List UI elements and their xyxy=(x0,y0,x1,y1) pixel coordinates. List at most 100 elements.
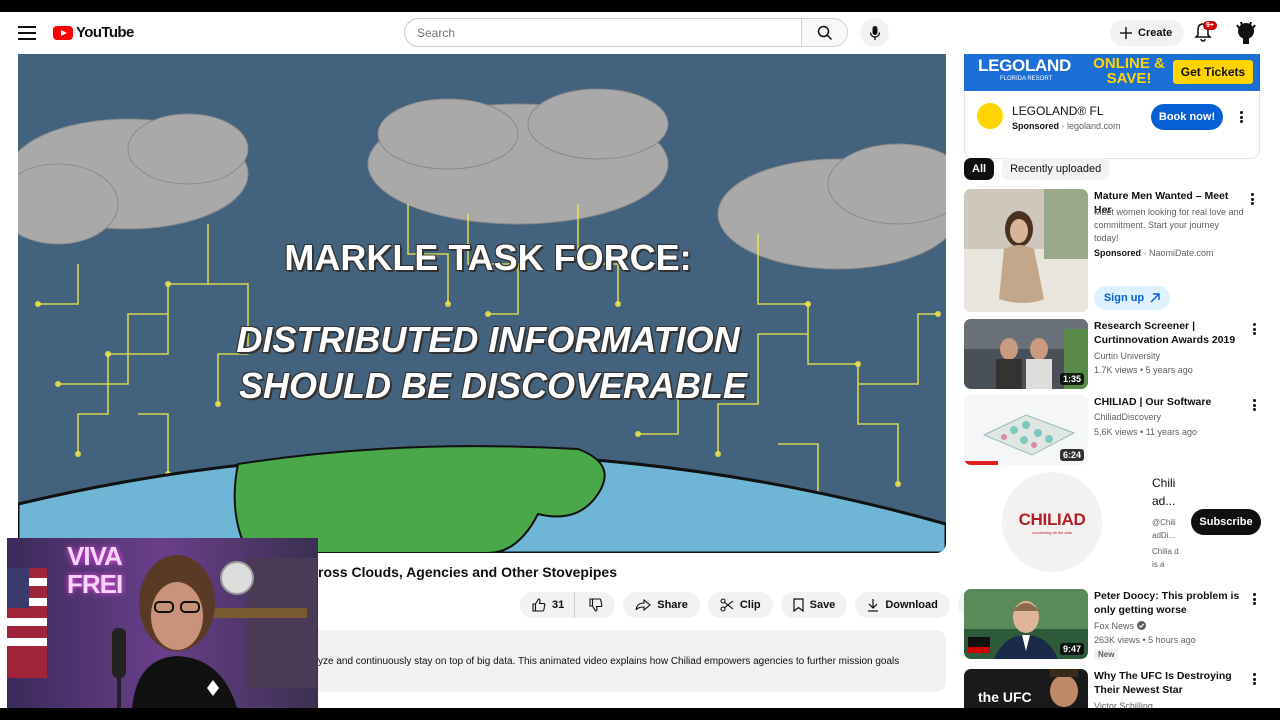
sign-up-button[interactable]: Sign up xyxy=(1094,286,1170,310)
sponsored-ad-row[interactable]: LEGOLAND® FL Sponsored · legoland.com Bo… xyxy=(964,91,1260,159)
channel-card-description: Chilia d is a xyxy=(1152,547,1179,569)
rec-ad-meta: Sponsored · NaomiDate.com xyxy=(1094,248,1214,258)
download-icon xyxy=(868,599,879,612)
rec-title[interactable]: Research Screener | Curtinnovation Award… xyxy=(1094,319,1244,347)
external-link-arrow-icon xyxy=(1150,293,1160,303)
webcam-overlay: VIVA FREI xyxy=(7,538,318,708)
thumbnail[interactable]: 9:47 xyxy=(964,589,1088,659)
bookmark-icon xyxy=(793,598,804,612)
legoland-brand: LEGOLAND xyxy=(978,56,1071,75)
ad-more-options-icon[interactable] xyxy=(1237,109,1245,125)
rec-views-age: 1.7K views • 5 years ago xyxy=(1094,365,1193,375)
youtube-watch-page: YouTube Create 9+ xyxy=(0,12,1280,708)
thumbnail[interactable]: the UFC xyxy=(964,669,1088,708)
thumbnail[interactable] xyxy=(964,189,1088,312)
download-label: Download xyxy=(885,599,938,611)
create-label: Create xyxy=(1138,27,1173,39)
video-overlay-line3: SHOULD BE DISCOVERABLE xyxy=(238,365,748,406)
description-box[interactable]: yze and continuously stay on top of big … xyxy=(300,630,946,692)
video-overlay-line2: DISTRIBUTED INFORMATION xyxy=(236,319,740,360)
rec-channel[interactable]: ChiliadDiscovery xyxy=(1094,411,1244,424)
create-button[interactable]: Create xyxy=(1110,20,1185,46)
thumbnail[interactable]: 6:24 xyxy=(964,395,1088,465)
youtube-play-icon xyxy=(53,25,73,40)
download-button[interactable]: Download xyxy=(855,592,950,618)
video-actions: 31 Share Clip Save Download xyxy=(520,592,984,618)
clip-button[interactable]: Clip xyxy=(707,592,773,618)
sponsored-label: Sponsored xyxy=(1012,121,1060,131)
scissors-icon xyxy=(720,598,734,612)
legoland-offer: ONLINE & SAVE! xyxy=(1093,55,1165,87)
thumbs-up-icon xyxy=(532,598,546,612)
duration-badge: 1:35 xyxy=(1059,373,1084,385)
more-options-icon[interactable] xyxy=(1250,591,1258,607)
rec-title[interactable]: Why The UFC Is Destroying Their Newest S… xyxy=(1094,669,1244,697)
search-input[interactable] xyxy=(404,18,801,47)
get-tickets-button[interactable]: Get Tickets xyxy=(1173,60,1253,84)
voice-search-button[interactable] xyxy=(860,18,889,47)
channel-card-logo[interactable]: CHILIAD connecting all the dots xyxy=(1002,472,1102,572)
chip-all[interactable]: All xyxy=(964,158,995,180)
rec-channel[interactable]: Curtin University xyxy=(1094,350,1244,363)
account-avatar[interactable] xyxy=(1236,22,1256,44)
webcam-neon-sign: VIVA FREI xyxy=(67,541,123,599)
rec-views-age: 263K views • 5 hours ago xyxy=(1094,635,1196,645)
recommendation-sponsored[interactable]: Mature Men Wanted – Meet Her Meet women … xyxy=(964,189,1264,319)
rec-domain: NaomiDate.com xyxy=(1149,248,1214,258)
search-button[interactable] xyxy=(801,18,848,47)
like-button[interactable]: 31 xyxy=(520,592,576,618)
notification-count-badge: 9+ xyxy=(1203,21,1217,30)
save-button[interactable]: Save xyxy=(780,592,848,618)
search-bar xyxy=(404,18,848,47)
youtube-logo[interactable]: YouTube xyxy=(53,24,134,41)
recommendation-video[interactable]: the UFC Why The UFC Is Destroying Their … xyxy=(964,669,1264,708)
like-dislike-group: 31 xyxy=(520,592,616,618)
duration-badge: 6:24 xyxy=(1059,449,1084,461)
rec-channel[interactable]: Fox News xyxy=(1094,620,1244,633)
recommendation-video[interactable]: 6:24 CHILIAD | Our Software ChiliadDisco… xyxy=(964,395,1264,465)
advertiser-name: LEGOLAND® FL xyxy=(1012,104,1104,118)
rec-channel[interactable]: Victor Schilling xyxy=(1094,700,1244,708)
chip-recently-uploaded[interactable]: Recently uploaded xyxy=(1002,158,1110,180)
clip-label: Clip xyxy=(739,599,761,611)
more-options-icon[interactable] xyxy=(1248,191,1256,207)
dislike-button[interactable] xyxy=(581,592,615,618)
video-title: ross Clouds, Agencies and Other Stovepip… xyxy=(318,564,617,580)
hamburger-menu-icon[interactable] xyxy=(16,23,38,43)
plus-icon xyxy=(1120,27,1132,39)
thumbs-down-icon xyxy=(589,598,603,612)
video-player[interactable]: MARKLE TASK FORCE: DISTRIBUTED INFORMATI… xyxy=(18,54,946,553)
legoland-ad-banner[interactable]: LEGOLAND FLORIDA RESORT ONLINE & SAVE! G… xyxy=(964,54,1260,91)
rec-title[interactable]: Peter Doocy: This problem is only gettin… xyxy=(1094,589,1244,617)
verified-badge-icon xyxy=(1136,621,1146,630)
video-overlay-headline: MARKLE TASK FORCE: xyxy=(284,237,692,278)
share-label: Share xyxy=(657,599,688,611)
microphone-icon xyxy=(869,25,880,40)
thumbnail-caption: the UFC xyxy=(978,689,1032,705)
recommendation-video[interactable]: 1:35 Research Screener | Curtinnovation … xyxy=(964,319,1264,389)
more-options-icon[interactable] xyxy=(1250,397,1258,413)
description-text: yze and continuously stay on top of big … xyxy=(318,656,900,667)
new-badge: New xyxy=(1094,649,1119,660)
duration-badge: 9:47 xyxy=(1059,643,1084,655)
sign-up-label: Sign up xyxy=(1103,292,1145,304)
masthead: YouTube Create 9+ xyxy=(0,12,1280,54)
channel-card-handle: @Chili adDi... xyxy=(1152,518,1176,540)
legoland-sub: FLORIDA RESORT xyxy=(1000,76,1053,82)
advertiser-logo xyxy=(977,103,1003,129)
subscribe-button[interactable]: Subscribe xyxy=(1191,509,1261,535)
search-icon xyxy=(817,25,832,40)
rec-channel-name: Fox News xyxy=(1094,621,1135,631)
share-button[interactable]: Share xyxy=(623,592,700,618)
more-options-icon[interactable] xyxy=(1250,321,1258,337)
rec-title[interactable]: CHILIAD | Our Software xyxy=(1094,395,1244,409)
channel-card-name[interactable]: Chili ad... xyxy=(1152,474,1182,510)
recommendation-video[interactable]: 9:47 Peter Doocy: This problem is only g… xyxy=(964,589,1264,661)
more-options-icon[interactable] xyxy=(1250,671,1258,687)
video-frame-artwork xyxy=(18,54,946,553)
chiliad-tagline: connecting all the dots xyxy=(1032,530,1072,535)
rec-description: Meet women looking for real love and com… xyxy=(1094,207,1244,243)
sponsored-label: Sponsored xyxy=(1094,248,1142,258)
thumbnail[interactable]: 1:35 xyxy=(964,319,1088,389)
book-now-button[interactable]: Book now! xyxy=(1151,104,1223,130)
